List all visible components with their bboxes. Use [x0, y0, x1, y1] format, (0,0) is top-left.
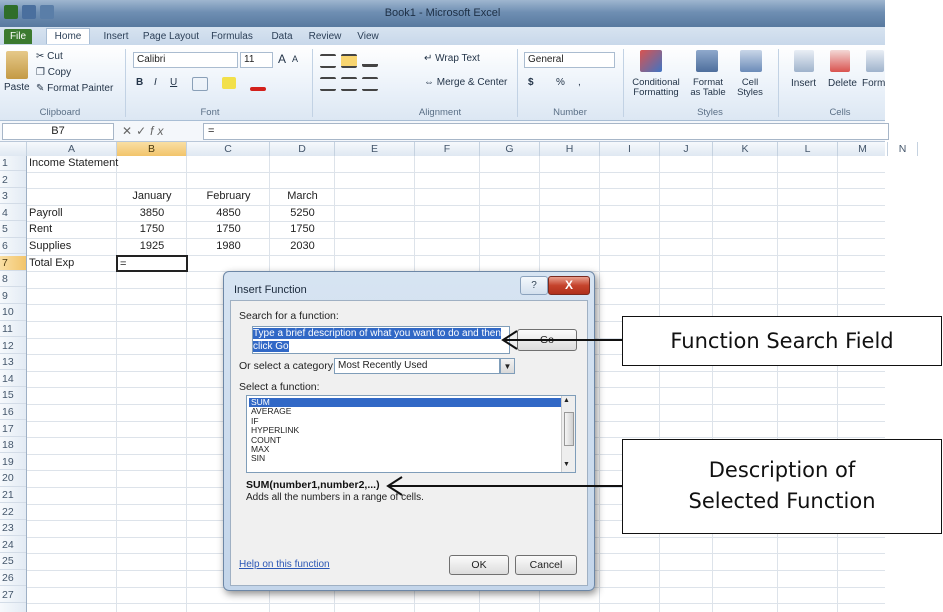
- search-field-callout: Function Search Field: [622, 316, 942, 366]
- description-callout-arrow: [386, 476, 622, 496]
- description-callout-line2: Selected Function: [688, 489, 876, 513]
- description-callout-line1: Description of: [708, 458, 856, 482]
- description-callout: Description of Selected Function: [622, 439, 942, 534]
- search-callout-arrow: [501, 330, 622, 350]
